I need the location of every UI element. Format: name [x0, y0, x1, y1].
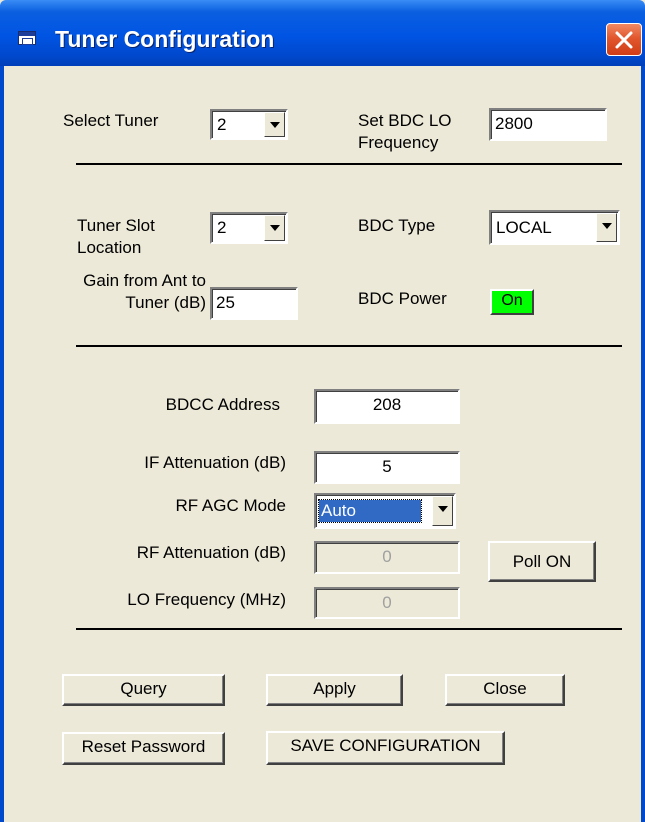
apply-button[interactable]: Apply	[266, 674, 403, 706]
window-frame-left	[0, 66, 4, 822]
chevron-down-icon[interactable]	[264, 112, 285, 137]
bdc-type-label: BDC Type	[358, 216, 436, 235]
rf-agc-mode-label: RF AGC Mode	[175, 496, 286, 515]
close-x-icon	[615, 31, 633, 49]
chevron-down-icon[interactable]	[264, 215, 285, 241]
close-button[interactable]: Close	[445, 674, 565, 706]
tuner-slot-location-dropdown[interactable]: 2	[210, 212, 288, 244]
window-frame-right	[641, 66, 645, 822]
rf-agc-mode-dropdown[interactable]: Auto	[314, 493, 456, 529]
section-divider	[76, 345, 622, 347]
section-divider	[76, 628, 622, 630]
rf-agc-mode-value: Auto	[318, 499, 422, 523]
tuner-configuration-dialog: Tuner Configuration Select Tuner 2 Set B…	[0, 0, 645, 822]
tuner-slot-location-value: 2	[217, 218, 227, 237]
close-window-button[interactable]	[606, 23, 642, 56]
bdc-lo-frequency-input[interactable]: 2800	[489, 108, 607, 141]
rf-attenuation-input: 0	[314, 541, 460, 574]
title-bar[interactable]: Tuner Configuration	[0, 0, 645, 66]
bdcc-address-label: BDCC Address	[165, 395, 280, 414]
bdc-type-dropdown[interactable]: LOCAL	[489, 210, 620, 245]
chevron-down-icon[interactable]	[432, 496, 453, 526]
gain-ant-to-tuner-label: Gain from Ant to Tuner (dB)	[83, 271, 206, 312]
save-configuration-button[interactable]: SAVE CONFIGURATION	[266, 731, 505, 765]
reset-password-button[interactable]: Reset Password	[62, 732, 225, 765]
window-app-icon	[18, 31, 36, 45]
if-attenuation-label: IF Attenuation (dB)	[144, 453, 286, 472]
query-button[interactable]: Query	[62, 674, 225, 706]
select-tuner-label: Select Tuner	[63, 111, 159, 130]
rf-attenuation-label: RF Attenuation (dB)	[136, 543, 286, 562]
if-attenuation-input[interactable]: 5	[314, 451, 460, 484]
window-title: Tuner Configuration	[55, 26, 275, 52]
lo-frequency-input: 0	[314, 587, 460, 619]
bdc-power-toggle[interactable]: On	[490, 289, 534, 315]
tuner-slot-location-label: Tuner Slot Location	[77, 216, 155, 257]
lo-frequency-label: LO Frequency (MHz)	[127, 590, 286, 609]
bdc-type-value: LOCAL	[496, 218, 552, 237]
select-tuner-dropdown[interactable]: 2	[210, 109, 288, 140]
chevron-down-icon[interactable]	[596, 213, 617, 242]
bdc-power-label: BDC Power	[358, 289, 447, 308]
select-tuner-value: 2	[217, 115, 227, 134]
bdc-lo-frequency-label: Set BDC LO Frequency	[358, 111, 452, 152]
gain-ant-to-tuner-input[interactable]: 25	[210, 287, 298, 320]
section-divider	[76, 163, 622, 165]
poll-on-button[interactable]: Poll ON	[488, 541, 596, 582]
bdcc-address-input[interactable]: 208	[314, 389, 460, 424]
